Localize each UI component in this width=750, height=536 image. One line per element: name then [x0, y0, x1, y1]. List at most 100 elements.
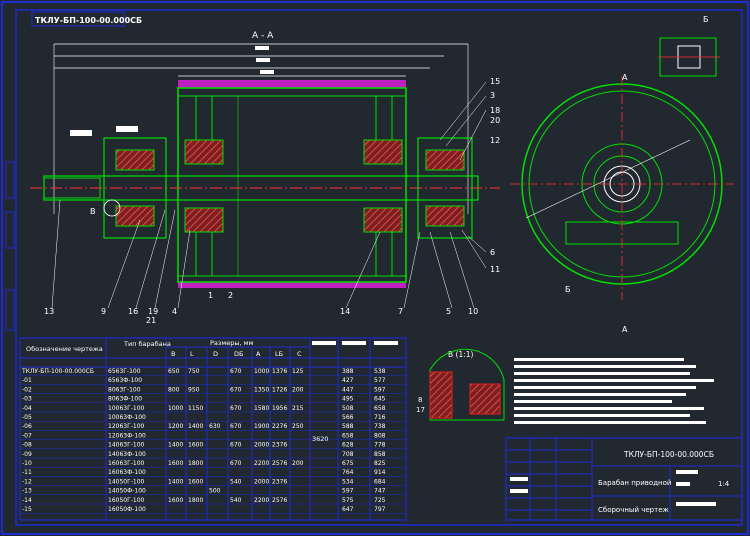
table-cell-B: 1600: [168, 460, 183, 467]
title-code: ТКЛУ-БП-100-00.000СБ: [623, 450, 714, 459]
drawing-svg: ТКЛУ-БП-100-00.000СБ А - А В 15 3 18 20 …: [1, 1, 749, 535]
title-scale: 1:4: [718, 480, 730, 488]
table-cell-m2: 725: [374, 497, 386, 504]
table-cell-Lb: 2376: [272, 478, 287, 485]
table-cell-m2: 738: [374, 423, 386, 430]
table-cell-m1: 764: [342, 469, 354, 476]
table-column-header: DБ: [234, 350, 243, 358]
part-number: 19: [148, 307, 158, 316]
table-cell-m2: 808: [374, 432, 386, 439]
table-cell-L: 1800: [188, 497, 203, 504]
table-cell-m2: 577: [374, 377, 386, 384]
table-cell-code: -07: [22, 432, 32, 439]
part-number: 2: [228, 291, 233, 300]
side-stub-2: [5, 211, 15, 249]
table-cell-Lb: 1726: [272, 386, 287, 393]
table-cell-Lb: 2376: [272, 442, 287, 449]
callout-v: В: [90, 207, 96, 216]
merged-value: 3620: [312, 435, 329, 443]
dim-tag-left: [70, 130, 92, 136]
part-number: 9: [101, 307, 106, 316]
table-cell-m1: 534: [342, 478, 354, 485]
table-cell-C: 200: [292, 460, 304, 467]
table-cell-Lb: 1376: [272, 368, 287, 375]
disc-left-bottom: [195, 231, 213, 277]
table-cell-D: 500: [209, 488, 221, 495]
callout-a-top: А: [622, 73, 628, 82]
title-doc-type: Сборочный чертеж: [598, 506, 669, 514]
table-cell-type: 16050Ф-100: [108, 506, 146, 513]
table-cell-type: 8063Ф-100: [108, 396, 142, 403]
table-cell-m2: 747: [374, 488, 386, 495]
table-cell-m1: 708: [342, 451, 354, 458]
table-cell-type: 16063Г-100: [108, 460, 145, 467]
leader: [459, 109, 487, 161]
table-cell-m1: 628: [342, 442, 354, 449]
dim-mark-3: [260, 70, 274, 74]
view-label: Б: [703, 15, 709, 24]
leader: [429, 231, 453, 309]
table-cell-m2: 778: [374, 442, 386, 449]
table-cell-code: -12: [22, 478, 32, 485]
bearing-right-top: [425, 149, 465, 171]
hub-right-bottom: [363, 207, 403, 233]
end-dim-diag: [525, 139, 691, 219]
part-number: 4: [172, 307, 177, 316]
part-number: 6: [490, 248, 495, 257]
table-cell-L: 1600: [188, 442, 203, 449]
table-cell-m1: 508: [342, 405, 354, 412]
table-cell-code: -03: [22, 396, 32, 403]
table-cell-code: ТКЛУ-БП-100-00.000СБ: [21, 368, 94, 375]
table-cell-type: 6563Г-100: [108, 368, 141, 375]
table-cell-Db: 670: [230, 460, 242, 467]
table-cell-Lb: 2576: [272, 497, 287, 504]
table-cell-Db: 670: [230, 405, 242, 412]
table-cell-code: -01: [22, 377, 32, 384]
table-cell-m1: 575: [342, 497, 354, 504]
part-number: 18: [490, 106, 500, 115]
table-cell-code: -11: [22, 469, 32, 476]
table-cell-m2: 645: [374, 396, 386, 403]
table-cell-B: 800: [168, 386, 180, 393]
table-header-type: Тип барабана: [123, 340, 171, 348]
callout-a-bottom: А: [622, 325, 628, 334]
table-cell-m1: 675: [342, 460, 354, 467]
table-cell-L: 1150: [188, 405, 203, 412]
table-cell-C: 125: [292, 368, 304, 375]
table-cell-code: -06: [22, 423, 32, 430]
table-cell-A: 2000: [254, 478, 269, 485]
drawing-canvas: ТКЛУ-БП-100-00.000СБ А - А В 15 3 18 20 …: [0, 0, 750, 536]
detail-number: 17: [416, 406, 425, 414]
table-cell-B: 1200: [168, 423, 183, 430]
drum-lining-bottom: [178, 282, 406, 288]
table-cell-type: 14063Ф-100: [108, 451, 146, 458]
drum-lining-top: [178, 80, 406, 88]
table-cell-B: 1600: [168, 497, 183, 504]
table-cell-m1: 566: [342, 414, 354, 421]
part-number: 5: [446, 307, 451, 316]
table-cell-m1: 597: [342, 488, 354, 495]
title-name: Барабан приводной: [598, 479, 671, 487]
leader: [345, 231, 381, 309]
bearing-left-bottom: [115, 205, 155, 227]
table-column-header: D: [213, 350, 218, 358]
table-cell-L: 1400: [188, 423, 203, 430]
section-label: А - А: [252, 31, 274, 41]
disc-left-top: [195, 95, 213, 141]
table-cell-C: 215: [292, 405, 304, 412]
table-cell-m1: 588: [342, 423, 354, 430]
hub-left-bottom: [184, 207, 224, 233]
leader: [51, 199, 61, 309]
table-cell-code: -13: [22, 488, 32, 495]
table-cell-Db: 670: [230, 423, 242, 430]
table-cell-m1: 447: [342, 386, 354, 393]
hub-left-top: [184, 139, 224, 165]
table-cell-L: 750: [188, 368, 200, 375]
table-column-header: C: [297, 350, 302, 358]
table-cell-type: 16063Ф-100: [108, 469, 146, 476]
table-rows: ТКЛУ-БП-100-00.000СБ 6563Г-100 650 750 670 10…: [20, 368, 406, 514]
header-code: ТКЛУ-БП-100-00.000СБ: [35, 16, 142, 25]
part-number: 7: [398, 307, 403, 316]
table-cell-code: -08: [22, 442, 32, 449]
table-cell-type: 16050Г-100: [108, 497, 145, 504]
